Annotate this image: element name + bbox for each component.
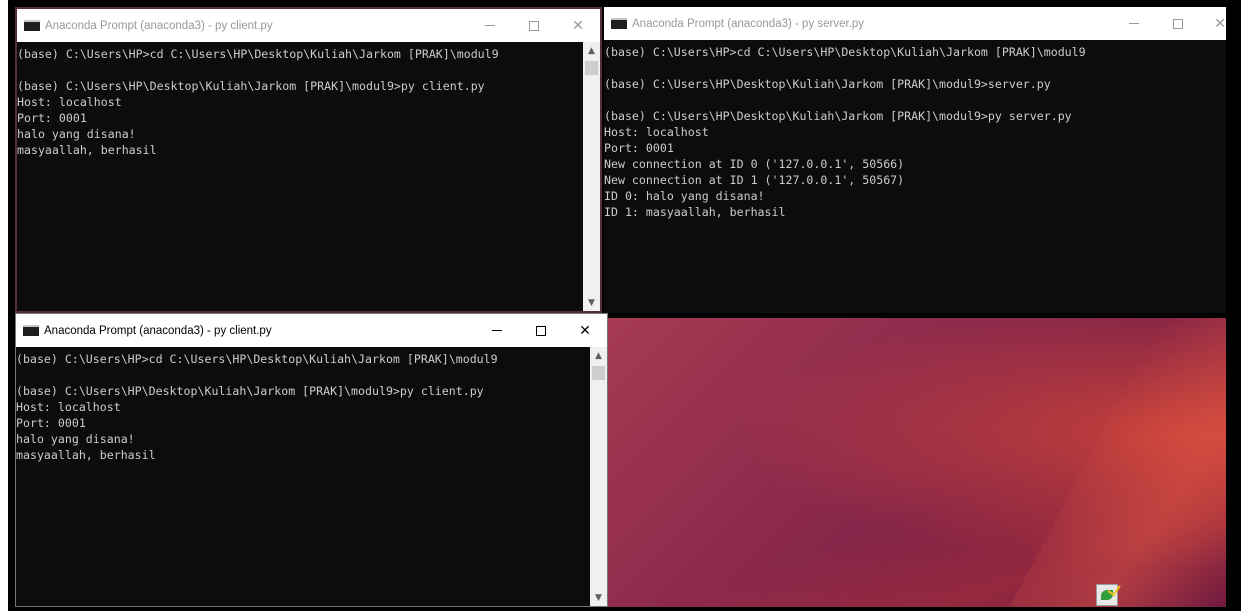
console-output[interactable]: (base) C:\Users\HP>cd C:\Users\HP\Deskto… bbox=[604, 40, 1086, 313]
console-line: (base) C:\Users\HP\Desktop\Kuliah\Jarkom… bbox=[604, 109, 1072, 123]
console-line: (base) C:\Users\HP\Desktop\Kuliah\Jarkom… bbox=[604, 77, 1051, 91]
console-output[interactable]: (base) C:\Users\HP>cd C:\Users\HP\Deskto… bbox=[16, 347, 498, 606]
server-window[interactable]: Anaconda Prompt (anaconda3) - py server.… bbox=[604, 7, 1226, 313]
title-bar[interactable]: Anaconda Prompt (anaconda3) - py client.… bbox=[17, 9, 600, 42]
console-line: New connection at ID 1 ('127.0.0.1', 505… bbox=[604, 173, 905, 187]
minimize-button[interactable] bbox=[1112, 7, 1156, 40]
title-bar[interactable]: Anaconda Prompt (anaconda3) - py client.… bbox=[16, 314, 607, 347]
close-icon: ✕ bbox=[572, 17, 584, 34]
scroll-down-icon[interactable]: ▼ bbox=[590, 589, 607, 606]
window-title: Anaconda Prompt (anaconda3) - py client.… bbox=[44, 324, 272, 337]
minimize-icon bbox=[485, 25, 495, 26]
minimize-button[interactable] bbox=[468, 9, 512, 42]
close-button[interactable]: ✕ bbox=[556, 9, 600, 42]
console-line: Port: 0001 bbox=[604, 141, 674, 155]
console-line: (base) C:\Users\HP\Desktop\Kuliah\Jarkom… bbox=[16, 384, 484, 398]
minimize-icon bbox=[492, 330, 502, 331]
console-line: Host: localhost bbox=[16, 400, 121, 414]
console-line: halo yang disana! bbox=[16, 432, 135, 446]
console-line: (base) C:\Users\HP>cd C:\Users\HP\Deskto… bbox=[604, 45, 1086, 59]
maximize-icon bbox=[529, 20, 539, 31]
client-window-top[interactable]: Anaconda Prompt (anaconda3) - py client.… bbox=[15, 7, 602, 313]
maximize-icon bbox=[536, 325, 546, 336]
console-line: (base) C:\Users\HP>cd C:\Users\HP\Deskto… bbox=[17, 47, 499, 61]
console-line: Port: 0001 bbox=[16, 416, 86, 430]
console-line: (base) C:\Users\HP>cd C:\Users\HP\Deskto… bbox=[16, 352, 498, 366]
scroll-thumb[interactable] bbox=[592, 366, 605, 380]
console-line: ID 0: halo yang disana! bbox=[604, 189, 765, 203]
scroll-up-icon[interactable]: ▲ bbox=[583, 42, 600, 59]
scroll-down-icon[interactable]: ▼ bbox=[583, 294, 600, 311]
vertical-scrollbar[interactable]: ▲ ▼ bbox=[590, 347, 607, 606]
maximize-button[interactable] bbox=[519, 314, 563, 347]
console-app-icon bbox=[611, 18, 627, 29]
close-button[interactable]: ✕ bbox=[563, 314, 607, 347]
console-line: (base) C:\Users\HP\Desktop\Kuliah\Jarkom… bbox=[17, 79, 485, 93]
console-line: masyaallah, berhasil bbox=[16, 448, 156, 462]
scroll-up-icon[interactable]: ▲ bbox=[590, 347, 607, 364]
maximize-icon bbox=[1173, 18, 1183, 29]
console-line: halo yang disana! bbox=[17, 127, 136, 141]
wallpaper-streak bbox=[992, 318, 1226, 607]
console-line: Host: localhost bbox=[604, 125, 709, 139]
console-line: masyaallah, berhasil bbox=[17, 143, 157, 157]
close-icon: ✕ bbox=[579, 322, 591, 339]
desktop-wallpaper[interactable] bbox=[608, 318, 1226, 607]
console-app-icon bbox=[23, 325, 39, 336]
client-window-bottom[interactable]: Anaconda Prompt (anaconda3) - py client.… bbox=[15, 313, 608, 607]
console-output[interactable]: (base) C:\Users\HP>cd C:\Users\HP\Deskto… bbox=[17, 42, 499, 311]
maximize-button[interactable] bbox=[1156, 7, 1200, 40]
desktop-shortcut-icon[interactable] bbox=[1096, 581, 1121, 606]
console-app-icon bbox=[24, 20, 40, 31]
vertical-scrollbar[interactable]: ▲ ▼ bbox=[583, 42, 600, 311]
console-line: Port: 0001 bbox=[17, 111, 87, 125]
window-title: Anaconda Prompt (anaconda3) - py client.… bbox=[45, 19, 273, 32]
maximize-button[interactable] bbox=[512, 9, 556, 42]
console-line: New connection at ID 0 ('127.0.0.1', 505… bbox=[604, 157, 905, 171]
console-line: Host: localhost bbox=[17, 95, 122, 109]
console-line: ID 1: masyaallah, berhasil bbox=[604, 205, 786, 219]
window-title: Anaconda Prompt (anaconda3) - py server.… bbox=[632, 17, 865, 30]
minimize-button[interactable] bbox=[475, 314, 519, 347]
title-bar[interactable]: Anaconda Prompt (anaconda3) - py server.… bbox=[604, 7, 1226, 40]
close-icon: ✕ bbox=[1214, 15, 1226, 32]
close-button[interactable]: ✕ bbox=[1200, 7, 1226, 40]
minimize-icon bbox=[1129, 23, 1139, 24]
scroll-thumb[interactable] bbox=[585, 61, 598, 75]
